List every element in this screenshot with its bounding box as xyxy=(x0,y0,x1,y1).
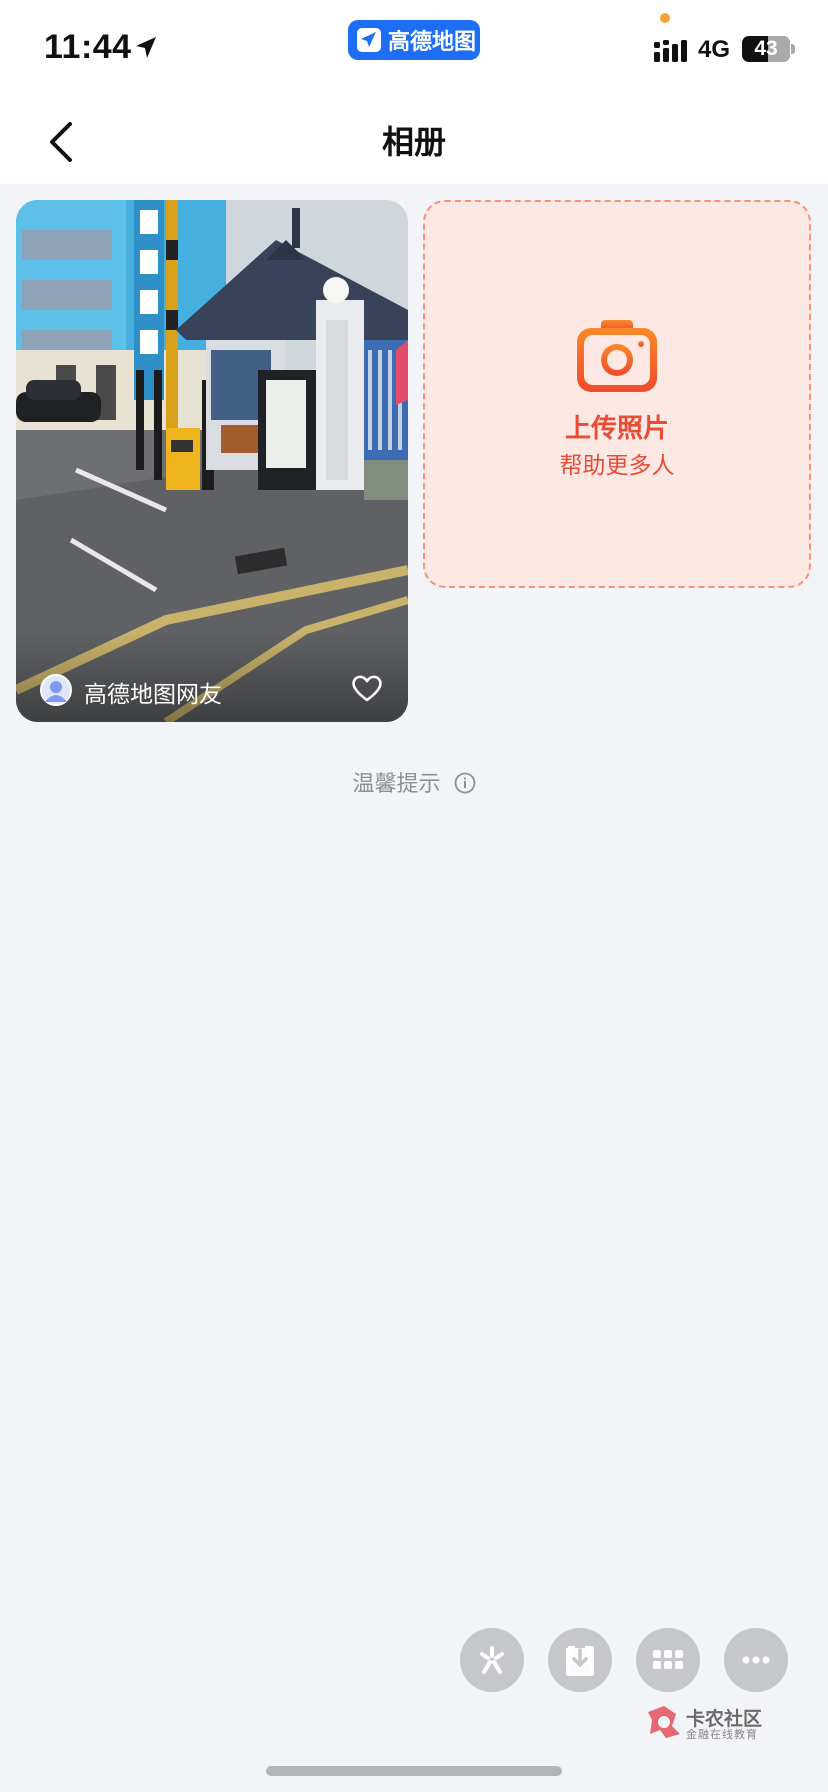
upload-photo-card[interactable]: 上传照片 帮助更多人 xyxy=(423,200,811,588)
network-type: 4G xyxy=(698,36,731,63)
app-pill-label: 高德地图 xyxy=(388,30,477,55)
more-dots-icon xyxy=(742,1656,770,1664)
knong-logo-icon xyxy=(648,1706,680,1738)
info-icon xyxy=(454,772,475,794)
download-icon xyxy=(566,1646,594,1676)
page-title: 相册 xyxy=(381,123,446,161)
sparkle-icon xyxy=(480,1646,504,1674)
home-indicator[interactable] xyxy=(266,1766,562,1776)
uploader-avatar xyxy=(40,674,72,706)
status-bar: 11:44 高德地图 4G 43 xyxy=(0,0,828,100)
user-avatar-icon xyxy=(45,681,67,702)
album-photo[interactable]: 高德地图网友 xyxy=(16,200,408,722)
community-watermark: 卡农社区 金融在线教育 xyxy=(646,1702,766,1742)
grid-button[interactable] xyxy=(636,1628,700,1692)
upload-title: 上传照片 xyxy=(564,414,669,444)
signal-icon xyxy=(654,40,687,62)
back-chevron-icon[interactable] xyxy=(40,116,88,168)
status-time: 11:44 xyxy=(44,28,132,66)
nav-bar: 相册 xyxy=(0,100,828,184)
privacy-indicator-dot xyxy=(660,13,670,23)
camera-icon xyxy=(577,320,657,392)
battery-level: 43 xyxy=(754,37,778,60)
save-button[interactable] xyxy=(548,1628,612,1692)
heart-icon[interactable] xyxy=(350,672,384,704)
battery-tip xyxy=(791,44,795,54)
app-return-pill[interactable]: 高德地图 xyxy=(348,20,480,60)
uploader-name: 高德地图网友 xyxy=(84,682,222,708)
tips-label: 温馨提示 xyxy=(352,772,441,797)
amap-logo-icon xyxy=(357,28,381,52)
battery-icon: 43 xyxy=(742,36,790,62)
more-button[interactable] xyxy=(724,1628,788,1692)
watermark-subtitle: 金融在线教育 xyxy=(686,1728,758,1741)
tips-link[interactable]: 温馨提示 xyxy=(0,766,828,798)
sparkle-button[interactable] xyxy=(460,1628,524,1692)
upload-subtitle: 帮助更多人 xyxy=(559,453,675,479)
location-arrow-icon xyxy=(136,37,156,58)
grid-icon xyxy=(653,1650,683,1669)
